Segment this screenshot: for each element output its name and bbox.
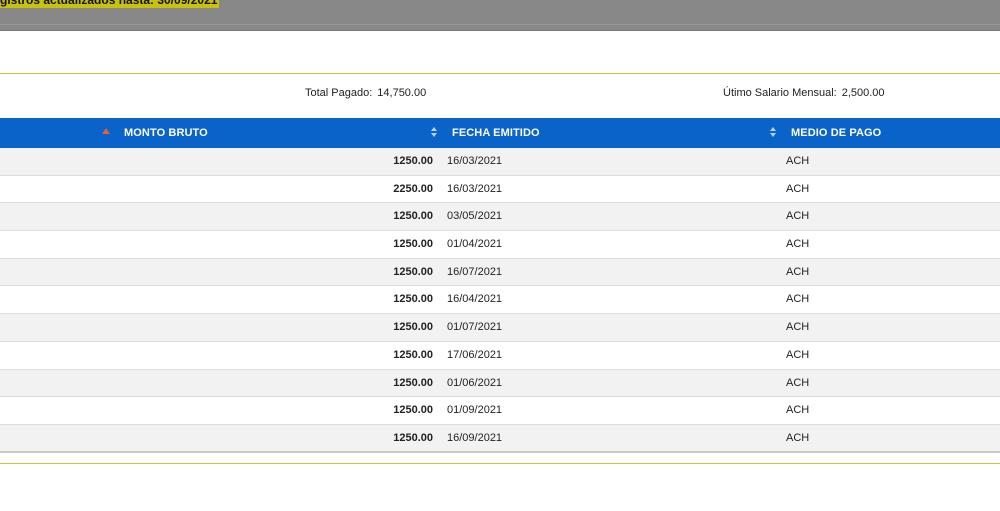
last-salary-label: Útimo Salario Mensual: [723,87,837,99]
banner-divider [0,24,1000,25]
cell-medio-de-pago: ACH [786,321,810,334]
table-row: 1250.00 01/04/2021 ACH [0,231,1000,259]
table-row: 2250.00 16/03/2021 ACH [0,176,1000,204]
cell-monto-bruto: 1250.00 [393,321,433,334]
table-row: 1250.00 16/07/2021 ACH [0,258,1000,287]
cell-fecha-emitido: 01/07/2021 [447,321,503,334]
cell-fecha-emitido: 16/03/2021 [447,182,503,195]
total-paid-label: Total Pagado: [305,87,373,99]
cell-medio-de-pago: ACH [786,431,810,444]
cell-monto-bruto: 1250.00 [393,265,433,278]
cell-fecha-emitido: 16/09/2021 [447,431,503,444]
cell-monto-bruto: 1250.00 [393,293,433,306]
cell-monto-bruto: 1250.00 [393,431,433,444]
sort-both-icon[interactable] [770,127,778,139]
cell-medio-de-pago: ACH [786,265,810,278]
payments-table-body: 1250.00 16/03/2021 ACH 2250.00 16/03/202… [0,148,1000,453]
cell-medio-de-pago: ACH [786,404,810,417]
table-bottom-border [0,451,1000,453]
cell-medio-de-pago: ACH [786,155,810,167]
sort-both-icon[interactable] [431,127,439,139]
cell-monto-bruto: 1250.00 [393,210,433,223]
table-row: 1250.00 03/05/2021 ACH [0,203,1000,232]
total-paid-summary: Total Pagado: 14,750.00 [305,84,426,102]
cell-monto-bruto: 1250.00 [393,238,433,251]
cell-medio-de-pago: ACH [786,182,810,195]
column-header-monto-bruto[interactable]: MONTO BRUTO [124,118,208,148]
payments-table-header: MONTO BRUTO FECHA EMITIDO MEDIO DE PAGO [0,118,1000,148]
cell-medio-de-pago: ACH [786,210,810,223]
cell-monto-bruto: 1250.00 [393,155,433,167]
table-footer-rule [0,463,1000,464]
table-row: 1250.00 16/03/2021 ACH [0,148,1000,176]
cell-medio-de-pago: ACH [786,238,810,251]
table-row: 1250.00 01/06/2021 ACH [0,369,1000,398]
cell-fecha-emitido: 16/03/2021 [447,155,503,167]
summary-top-rule [0,73,1000,74]
top-banner: gistros actualizados hasta: 30/09/2021 [0,0,1000,31]
cell-monto-bruto: 1250.00 [393,404,433,417]
column-header-medio-de-pago[interactable]: MEDIO DE PAGO [791,118,881,148]
sort-ascending-icon[interactable] [102,128,110,134]
total-paid-value: 14,750.00 [377,87,427,99]
table-row: 1250.00 16/09/2021 ACH [0,424,1000,453]
cell-monto-bruto: 2250.00 [393,182,433,195]
cell-fecha-emitido: 01/04/2021 [447,238,503,251]
table-row: 1250.00 01/09/2021 ACH [0,397,1000,425]
column-header-fecha-emitido[interactable]: FECHA EMITIDO [452,118,540,148]
cell-medio-de-pago: ACH [786,348,810,361]
cell-fecha-emitido: 16/04/2021 [447,293,503,306]
table-row: 1250.00 16/04/2021 ACH [0,286,1000,315]
cell-fecha-emitido: 03/05/2021 [447,210,503,223]
cell-fecha-emitido: 01/06/2021 [447,376,503,389]
last-salary-summary: Útimo Salario Mensual: 2,500.00 [723,84,885,102]
cell-monto-bruto: 1250.00 [393,348,433,361]
cell-fecha-emitido: 16/07/2021 [447,265,503,278]
table-row: 1250.00 17/06/2021 ACH [0,342,1000,370]
cell-fecha-emitido: 17/06/2021 [447,348,503,361]
table-row: 1250.00 01/07/2021 ACH [0,314,1000,342]
cell-medio-de-pago: ACH [786,376,810,389]
cell-medio-de-pago: ACH [786,293,810,306]
last-salary-value: 2,500.00 [841,87,885,99]
cell-fecha-emitido: 01/09/2021 [447,404,503,417]
cell-monto-bruto: 1250.00 [393,376,433,389]
records-updated-notice: gistros actualizados hasta: 30/09/2021 [0,0,220,8]
